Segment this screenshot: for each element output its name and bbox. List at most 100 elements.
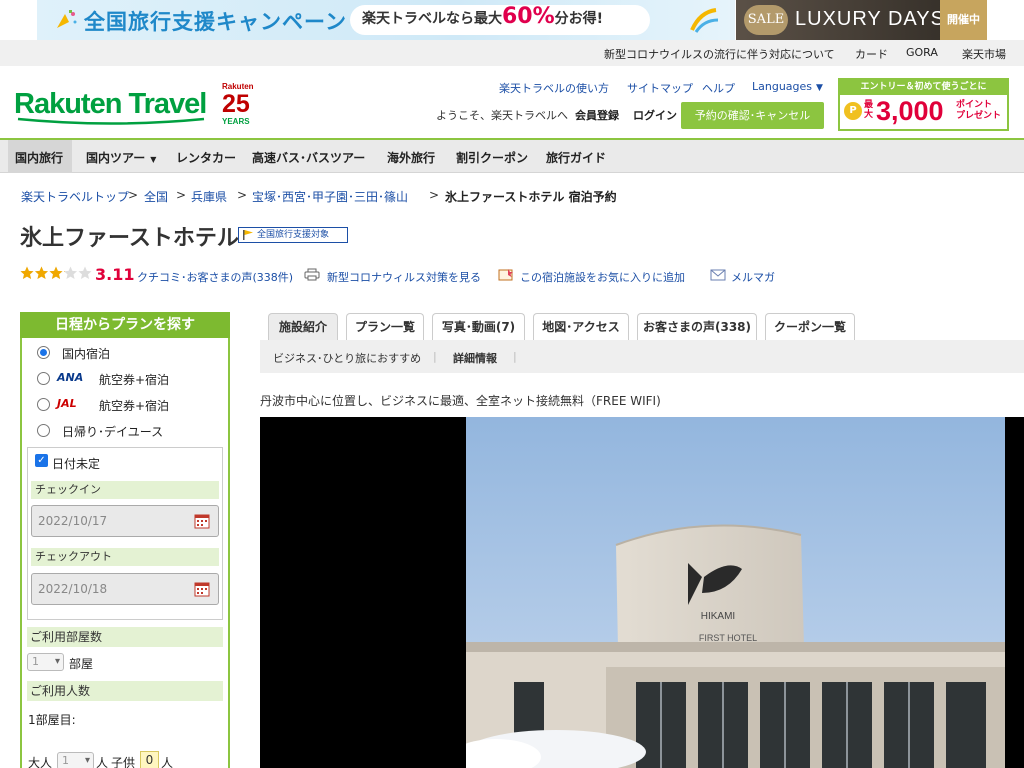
guests-label: ご利用人数 (27, 681, 223, 701)
printer-icon (304, 268, 320, 281)
subnav-divider: | (513, 350, 517, 363)
reviews-link[interactable]: クチコミ･お客さまの声(338件) (137, 269, 293, 285)
breadcrumb-nationwide[interactable]: 全国 (144, 188, 168, 205)
pill-percent: 60% (502, 4, 555, 29)
hotel-building-image: HIKAMI FIRST HOTEL (466, 417, 1005, 768)
tab-reviews[interactable]: お客さまの声(338) (637, 313, 757, 340)
logo-swoosh-icon (17, 117, 205, 125)
calendar-icon[interactable] (194, 581, 210, 597)
promo-pt-line2: プレゼント (956, 111, 1002, 121)
tab-photos[interactable]: 写真･動画(7) (432, 313, 525, 340)
favorite-add-icon (498, 269, 513, 281)
subnav-business[interactable]: ビジネス･ひとり旅におすすめ (273, 350, 421, 366)
luxury-days-title: LUXURY DAYS (795, 8, 945, 30)
nav-overseas[interactable]: 海外旅行 (387, 149, 435, 166)
rooms-unit: 部屋 (69, 657, 94, 671)
jal-logo: JAL (57, 397, 77, 410)
adult-select[interactable]: 1 (57, 752, 94, 768)
header-link-howto[interactable]: 楽天トラベルの使い方 (499, 80, 609, 96)
child-label: 子供 (111, 756, 136, 768)
newsletter-link[interactable]: メルマガ (731, 269, 775, 285)
radio-domestic-stay[interactable] (37, 346, 50, 359)
breadcrumb-area[interactable]: 宝塚･西宮･甲子園･三田･篠山 (252, 188, 408, 205)
promo-points-label: ポイント プレゼント (956, 100, 1001, 122)
pill-suffix: 分お得! (554, 11, 604, 27)
building-sign-text-2: FIRST HOTEL (699, 633, 757, 643)
ana-logo: ANA (57, 371, 84, 384)
adult-label: 大人 (28, 756, 53, 768)
radio-jal-stay[interactable] (37, 398, 50, 411)
luxury-days-tag: 開催中 (940, 0, 987, 40)
nav-guide[interactable]: 旅行ガイド (546, 149, 606, 166)
child-unit: 人 (161, 756, 174, 768)
date-undecided-checkbox[interactable]: ✓ (35, 454, 48, 467)
breadcrumb-top[interactable]: 楽天トラベルトップ (21, 188, 129, 205)
add-favorite-link[interactable]: この宿泊施設をお気に入りに追加 (520, 269, 685, 285)
checkin-input[interactable]: 2022/10/17 (31, 505, 219, 537)
login-link[interactable]: ログイン (633, 107, 677, 123)
utility-link-covid[interactable]: 新型コロナウイルスの流行に伴う対応について (604, 46, 835, 62)
languages-dropdown[interactable]: Languages ▼ (752, 80, 823, 93)
25-years-badge: Rakuten 25 YEARS (222, 82, 258, 128)
plan-search-title: 日程からプランを探す (20, 312, 230, 338)
flag-icon (243, 230, 253, 240)
campaign-title: 全国旅行支援キャンペーン (84, 10, 347, 34)
register-link[interactable]: 会員登録 (575, 107, 619, 123)
nav-domestic-tour-label: 国内ツアー (86, 151, 146, 165)
hotel-description: 丹波市中心に位置し、ビジネスに最適、全室ネット接続無料（FREE WIFI) (260, 394, 661, 408)
nav-domestic[interactable]: 国内旅行 (15, 149, 63, 166)
reservation-confirm-button[interactable]: 予約の確認･キャンセル (681, 102, 824, 129)
breadcrumb-separator: > (429, 188, 440, 202)
radio-day-use[interactable] (37, 424, 50, 437)
star-rating (20, 266, 92, 283)
breadcrumb-separator: > (128, 188, 139, 202)
header-link-sitemap[interactable]: サイトマップ (627, 80, 693, 96)
streamer-icon (690, 8, 719, 33)
mail-icon (710, 269, 726, 281)
covid-measures-link[interactable]: 新型コロナウィルス対策を見る (327, 269, 481, 285)
tab-facility-info[interactable]: 施設紹介 (268, 313, 338, 340)
rooms-select[interactable]: 1 (27, 653, 64, 671)
chevron-down-icon: ▼ (150, 155, 157, 164)
rating-score: 3.11 (95, 265, 135, 284)
chevron-down-icon: ▼ (816, 83, 823, 93)
breadcrumb-separator: > (176, 188, 187, 202)
tab-coupons[interactable]: クーポン一覧 (765, 313, 855, 340)
subnav-details[interactable]: 詳細情報 (453, 350, 497, 366)
building-sign-text: HIKAMI (701, 611, 735, 622)
pill-prefix: 楽天トラベルなら最大 (362, 11, 502, 27)
subnav-divider: | (433, 350, 437, 363)
star-rating-icon (20, 266, 92, 279)
travel-support-badge[interactable]: 全国旅行支援対象 (238, 227, 348, 243)
utility-link-card[interactable]: カード (855, 46, 888, 62)
nav-domestic-tour[interactable]: 国内ツアー ▼ (86, 149, 156, 166)
tab-map[interactable]: 地図･アクセス (533, 313, 629, 340)
child-count-input[interactable]: 0 (140, 751, 159, 768)
radio-ana-stay[interactable] (37, 372, 50, 385)
hotel-name: 氷上ファーストホテル (20, 226, 239, 251)
date-undecided-label: 日付未定 (52, 457, 101, 471)
checkout-label: チェックアウト (31, 548, 219, 566)
nav-coupon[interactable]: 割引クーポン (456, 149, 528, 166)
nav-bus[interactable]: 高速バス･バスツアー (252, 149, 365, 166)
nav-rentacar[interactable]: レンタカー (176, 149, 236, 166)
promo-pt-line1: ポイント (956, 100, 993, 110)
breadcrumb-separator: > (237, 188, 248, 202)
years-number: 25 (222, 90, 250, 118)
hotel-photo: HIKAMI FIRST HOTEL (466, 417, 1005, 768)
breadcrumb-current: 氷上ファーストホテル 宿泊予約 (445, 190, 617, 204)
header-link-help[interactable]: ヘルプ (702, 80, 735, 96)
calendar-icon[interactable] (194, 513, 210, 529)
breadcrumb-hyogo[interactable]: 兵庫県 (191, 188, 227, 205)
adult-unit: 人 (96, 756, 109, 768)
radio-ana-stay-label: 航空券+宿泊 (99, 373, 170, 387)
radio-domestic-stay-label: 国内宿泊 (62, 347, 111, 361)
promo-amount: 3,000 (876, 96, 944, 126)
confetti-icon (57, 10, 77, 28)
utility-link-ichiba[interactable]: 楽天市場 (962, 46, 1006, 62)
tab-plans[interactable]: プラン一覧 (346, 313, 424, 340)
checkout-input[interactable]: 2022/10/18 (31, 573, 219, 605)
utility-link-gora[interactable]: GORA (906, 46, 938, 59)
promo-head: エントリー＆初めて使うごとに (840, 80, 1007, 95)
room1-label: 1部屋目: (28, 713, 76, 727)
